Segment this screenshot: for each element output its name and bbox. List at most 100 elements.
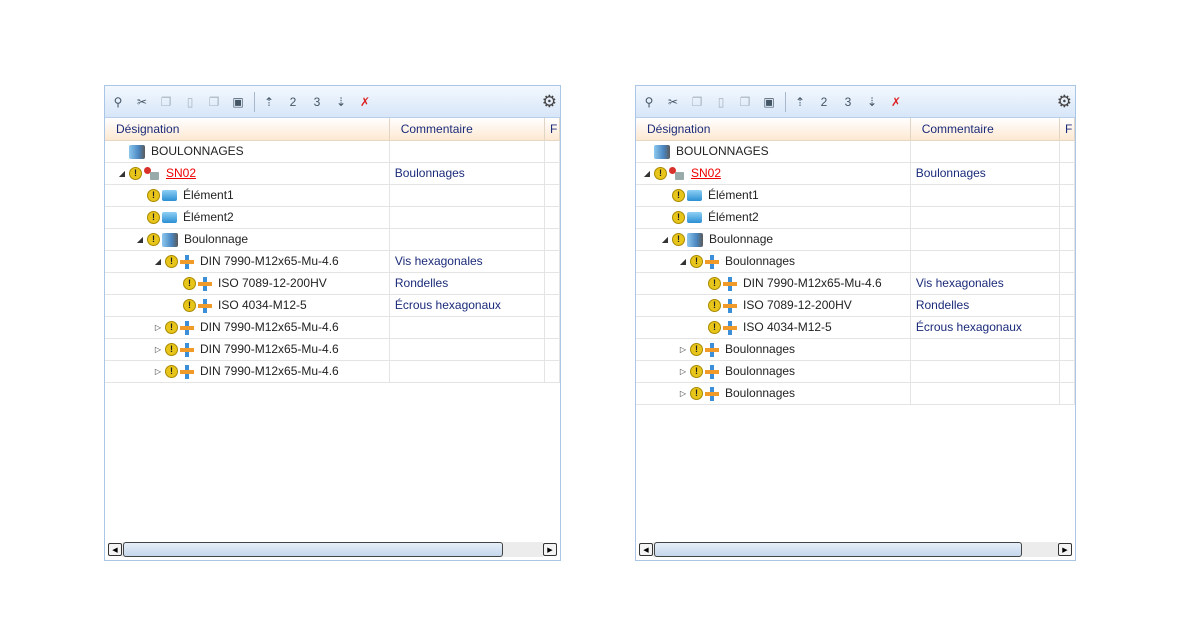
table-row[interactable]: ! ISO 4034-M12-5 Écrous hexagonaux (636, 317, 1075, 339)
column-header-1[interactable]: Commentaire (911, 118, 1061, 140)
table-row[interactable]: ▷! DIN 7990-M12x65-Mu-4.6 (105, 339, 560, 361)
expanded-arrow-icon[interactable]: ◢ (660, 229, 670, 250)
clear-sort-icon[interactable]: ✗ (888, 94, 904, 110)
find-icon[interactable]: ⚲ (110, 94, 126, 110)
column-header-2[interactable]: F (545, 118, 560, 140)
table-row[interactable]: ▷! DIN 7990-M12x65-Mu-4.6 (105, 317, 560, 339)
cut-icon[interactable]: ✂ (134, 94, 150, 110)
node-label: Élément1 (183, 188, 234, 202)
bolt-icon (180, 342, 194, 357)
comment-cell (911, 383, 1061, 404)
clear-sort-icon[interactable]: ✗ (357, 94, 373, 110)
horizontal-scrollbar[interactable]: ◀ ▶ (108, 542, 557, 557)
expand-level-2-icon[interactable]: 2 (816, 94, 832, 110)
column-header-1[interactable]: Commentaire (390, 118, 546, 140)
comment-cell (390, 207, 546, 228)
designation-cell: ◢! SN02 (636, 163, 911, 184)
table-row[interactable]: ▷! DIN 7990-M12x65-Mu-4.6 (105, 361, 560, 383)
expand-level-1-icon[interactable]: ⇡ (792, 94, 808, 110)
collapsed-arrow-icon[interactable]: ▷ (678, 383, 688, 404)
horizontal-scrollbar[interactable]: ◀ ▶ (639, 542, 1072, 557)
table-row[interactable]: ! Élément1 (636, 185, 1075, 207)
expand-all-icon[interactable]: ⇣ (864, 94, 880, 110)
bolt-icon (180, 364, 194, 379)
copy-icon[interactable]: ❐ (689, 94, 705, 110)
comment-cell (390, 339, 546, 360)
collapsed-arrow-icon[interactable]: ▷ (153, 317, 163, 338)
expanded-arrow-icon[interactable]: ◢ (642, 163, 652, 184)
paste-special-icon[interactable]: ▣ (230, 94, 246, 110)
comment-cell (911, 229, 1061, 250)
designation-cell: ! ISO 7089-12-200HV (636, 295, 911, 316)
scroll-right-button[interactable]: ▶ (543, 543, 557, 556)
warn-icon: ! (654, 167, 667, 180)
paste-icon[interactable]: ▯ (182, 94, 198, 110)
toolbar-separator (785, 91, 786, 112)
bolt-icon (705, 364, 719, 379)
copy-special-icon[interactable]: ❐ (206, 94, 222, 110)
paste-special-icon[interactable]: ▣ (761, 94, 777, 110)
expand-level-1-icon[interactable]: ⇡ (261, 94, 277, 110)
column-header-2[interactable]: F (1060, 118, 1075, 140)
collapsed-arrow-icon[interactable]: ▷ (678, 339, 688, 360)
table-row[interactable]: ▷! Boulonnages (636, 361, 1075, 383)
expand-all-icon[interactable]: ⇣ (333, 94, 349, 110)
table-row[interactable]: ▷! Boulonnages (636, 339, 1075, 361)
scroll-thumb[interactable] (654, 542, 1022, 557)
table-row[interactable]: ◢! Boulonnage (105, 229, 560, 251)
scroll-thumb[interactable] (123, 542, 503, 557)
node-link[interactable]: SN02 (691, 163, 721, 184)
cut-icon[interactable]: ✂ (665, 94, 681, 110)
warn-icon: ! (708, 277, 721, 290)
designation-cell: ! Élément1 (636, 185, 911, 206)
expanded-arrow-icon[interactable]: ◢ (678, 251, 688, 272)
table-row[interactable]: ▷! Boulonnages (636, 383, 1075, 405)
table-row[interactable]: ◢! SN02 Boulonnages (636, 163, 1075, 185)
tree-panel-right: ⚲ ✂ ❐ ▯ ❐ ▣ ⇡ 2 3 ⇣ ✗ ⚙ Désignation Commentaire F BOULO… (635, 85, 1076, 561)
gear-icon[interactable]: ⚙ (1057, 92, 1072, 112)
table-row[interactable]: ! ISO 7089-12-200HV Rondelles (636, 295, 1075, 317)
scroll-right-button[interactable]: ▶ (1058, 543, 1072, 556)
assembly-icon (129, 144, 145, 159)
designation-cell: BOULONNAGES (636, 141, 911, 162)
collapsed-arrow-icon[interactable]: ▷ (678, 361, 688, 382)
table-row[interactable]: ◢! Boulonnage (636, 229, 1075, 251)
column-header-0[interactable]: Désignation (636, 118, 911, 140)
column-header-0[interactable]: Désignation (105, 118, 390, 140)
expand-level-3-icon[interactable]: 3 (840, 94, 856, 110)
table-row[interactable]: ! Élément2 (636, 207, 1075, 229)
table-row[interactable]: ! Élément1 (105, 185, 560, 207)
find-icon[interactable]: ⚲ (641, 94, 657, 110)
table-row[interactable]: ! ISO 4034-M12-5 Écrous hexagonaux (105, 295, 560, 317)
expanded-arrow-icon[interactable]: ◢ (117, 163, 127, 184)
scroll-track[interactable] (653, 542, 1058, 557)
column-header-row: Désignation Commentaire F (105, 118, 560, 141)
table-row[interactable]: ◢! Boulonnages (636, 251, 1075, 273)
extra-cell (545, 229, 560, 250)
scroll-left-button[interactable]: ◀ (639, 543, 653, 556)
table-row[interactable]: BOULONNAGES (636, 141, 1075, 163)
scroll-left-button[interactable]: ◀ (108, 543, 122, 556)
table-row[interactable]: ! Élément2 (105, 207, 560, 229)
table-row[interactable]: ◢! SN02 Boulonnages (105, 163, 560, 185)
expand-level-3-icon[interactable]: 3 (309, 94, 325, 110)
paste-icon[interactable]: ▯ (713, 94, 729, 110)
collapsed-arrow-icon[interactable]: ▷ (153, 339, 163, 360)
bolt-icon (198, 298, 212, 313)
copy-special-icon[interactable]: ❐ (737, 94, 753, 110)
expanded-arrow-icon[interactable]: ◢ (153, 251, 163, 272)
scroll-track[interactable] (122, 542, 543, 557)
table-row[interactable]: ◢! DIN 7990-M12x65-Mu-4.6 Vis hexagonales (105, 251, 560, 273)
collapsed-arrow-icon[interactable]: ▷ (153, 361, 163, 382)
table-row[interactable]: BOULONNAGES (105, 141, 560, 163)
expand-level-2-icon[interactable]: 2 (285, 94, 301, 110)
comment-cell: Écrous hexagonaux (911, 317, 1061, 338)
node-link[interactable]: SN02 (166, 163, 196, 184)
table-row[interactable]: ! ISO 7089-12-200HV Rondelles (105, 273, 560, 295)
designation-cell: ▷! Boulonnages (636, 383, 911, 404)
gear-icon[interactable]: ⚙ (542, 92, 557, 112)
expanded-arrow-icon[interactable]: ◢ (135, 229, 145, 250)
copy-icon[interactable]: ❐ (158, 94, 174, 110)
table-row[interactable]: ! DIN 7990-M12x65-Mu-4.6 Vis hexagonales (636, 273, 1075, 295)
node-label: Élément2 (708, 210, 759, 224)
